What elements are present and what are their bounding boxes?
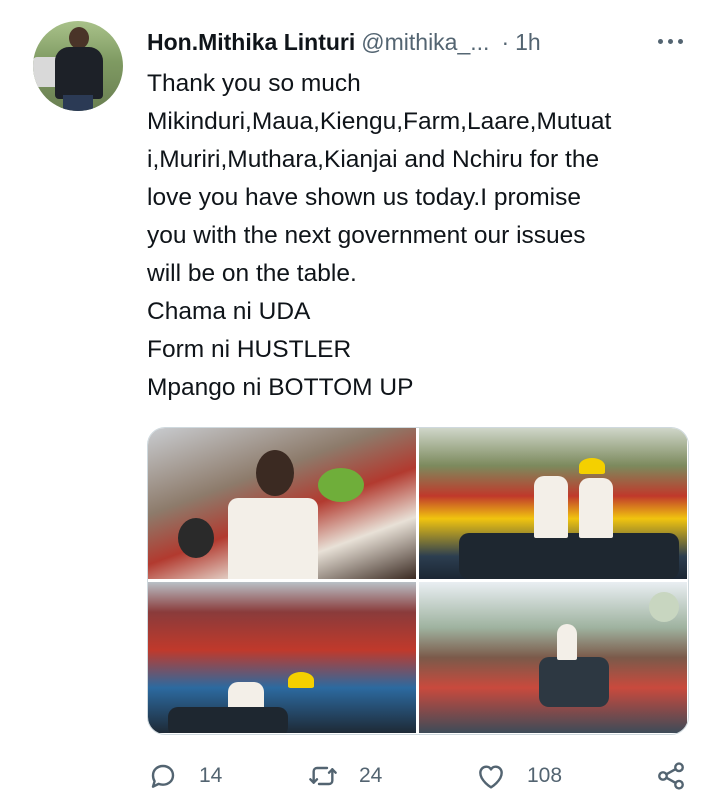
media-photo-2[interactable] bbox=[419, 428, 687, 579]
photo-vehicle bbox=[459, 533, 679, 579]
tweet-text-line: Mikinduri,Maua,Kiengu,Farm,Laare,Mutuat bbox=[147, 108, 612, 135]
tweet-text-line: Mpango ni BOTTOM UP bbox=[147, 374, 414, 401]
avatar-figure-legs bbox=[63, 95, 93, 111]
photo-subject bbox=[534, 476, 568, 538]
photo-yellow-hat bbox=[579, 458, 605, 474]
retweet-count: 24 bbox=[359, 764, 383, 787]
tweet-actions: 14 24 108 bbox=[147, 756, 692, 796]
reply-button[interactable]: 14 bbox=[147, 756, 222, 796]
tweet-text-line: love you have shown us today.I promise bbox=[147, 184, 581, 211]
reply-icon bbox=[151, 764, 175, 788]
media-photo-4[interactable] bbox=[419, 582, 687, 733]
tweet-timestamp[interactable]: 1h bbox=[515, 29, 541, 56]
photo-subject-head bbox=[256, 450, 294, 496]
photo-tree bbox=[649, 592, 679, 622]
more-options-icon[interactable] bbox=[653, 30, 687, 52]
tweet-text-line: i,Muriri,Muthara,Kianjai and Nchiru for … bbox=[147, 146, 600, 173]
photo-subject-2 bbox=[579, 478, 613, 538]
photo-bystander bbox=[178, 518, 214, 558]
tweet-text-line: will be on the table. bbox=[147, 260, 357, 287]
author-handle[interactable]: @mithika_... bbox=[361, 29, 489, 56]
author-name[interactable]: Hon.Mithika Linturi bbox=[147, 29, 355, 56]
photo-subject bbox=[228, 498, 318, 579]
reply-count: 14 bbox=[199, 764, 223, 787]
retweet-button[interactable]: 24 bbox=[307, 756, 382, 796]
retweet-icon bbox=[309, 766, 337, 786]
photo-vehicle bbox=[168, 707, 288, 733]
tweet-header: Hon.Mithika Linturi @mithika_... · 1h bbox=[147, 26, 687, 58]
separator-dot: · bbox=[501, 28, 510, 55]
author-avatar[interactable] bbox=[33, 21, 123, 111]
photo-cabbage bbox=[318, 468, 364, 502]
tweet-text-line: Thank you so much bbox=[147, 70, 361, 97]
like-count: 108 bbox=[527, 764, 563, 787]
tweet-text: Thank you so much Mikinduri,Maua,Kiengu,… bbox=[147, 65, 697, 407]
photo-vehicle bbox=[539, 657, 609, 707]
media-photo-3[interactable] bbox=[148, 582, 416, 733]
avatar-figure-head bbox=[69, 27, 89, 49]
photo-subject bbox=[557, 624, 577, 660]
like-button[interactable]: 108 bbox=[475, 756, 562, 796]
tweet-text-line: Chama ni UDA bbox=[147, 298, 311, 325]
heart-icon bbox=[479, 765, 503, 789]
photo-yellow-hat bbox=[288, 672, 314, 688]
share-button[interactable] bbox=[655, 756, 687, 796]
tweet-text-line: Form ni HUSTLER bbox=[147, 336, 352, 363]
tweet-text-line: you with the next government our issues bbox=[147, 222, 586, 249]
avatar-figure-body bbox=[55, 47, 103, 99]
share-icon bbox=[658, 762, 684, 790]
media-photo-1[interactable] bbox=[148, 428, 416, 579]
tweet-media-grid bbox=[147, 427, 689, 735]
